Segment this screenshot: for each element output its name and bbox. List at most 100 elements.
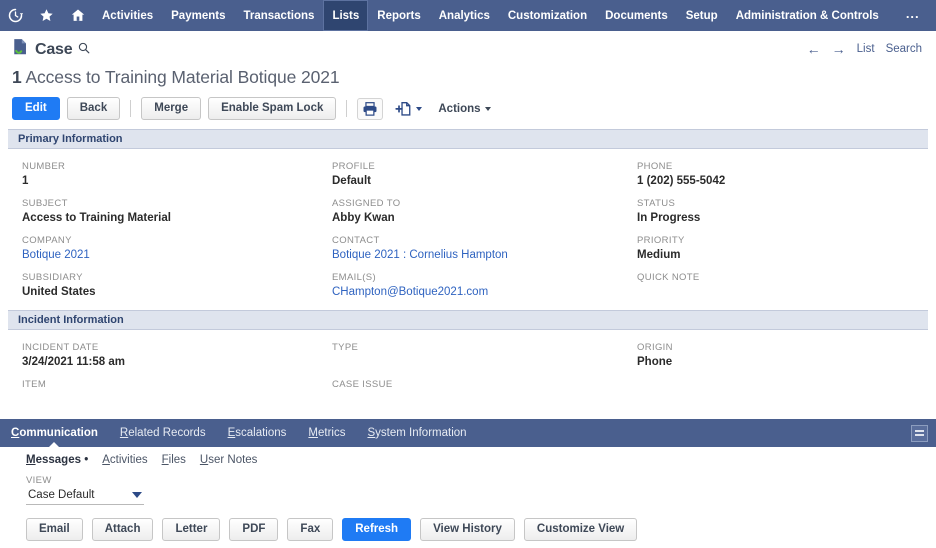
tab-label: iles — [169, 454, 186, 466]
actions-menu-button[interactable]: Actions — [438, 103, 490, 115]
attach-button[interactable]: Attach — [92, 518, 154, 541]
view-history-button[interactable]: View History — [420, 518, 515, 541]
home-icon[interactable] — [62, 0, 93, 31]
nav-item-payments[interactable]: Payments — [162, 0, 234, 31]
field-label: CONTACT — [332, 235, 617, 247]
field-profile: PROFILE Default — [318, 158, 623, 193]
back-button[interactable]: Back — [67, 97, 121, 120]
actions-label: Actions — [438, 103, 480, 115]
tab-accel: M — [26, 454, 36, 466]
fax-button[interactable]: Fax — [287, 518, 333, 541]
list-link[interactable]: List — [857, 43, 875, 55]
tab-metrics[interactable]: Metrics — [297, 419, 356, 447]
nav-item-activities[interactable]: Activities — [93, 0, 162, 31]
inner-tab-messages[interactable]: Messages • — [26, 454, 88, 466]
recent-records-icon[interactable] — [0, 0, 31, 31]
page-title: 1 Access to Training Material Botique 20… — [12, 67, 924, 88]
field-label: EMAIL(S) — [332, 272, 617, 284]
field-label: PHONE — [637, 161, 922, 173]
field-label: COMPANY — [22, 235, 312, 247]
inner-tab-activities[interactable]: Activities — [102, 454, 147, 466]
field-quick-note: QUICK NOTE — [623, 269, 928, 304]
tab-label: ommunication — [19, 427, 98, 439]
active-tab-marker: • — [84, 454, 88, 466]
nav-label: Administration & Controls — [736, 10, 879, 22]
tab-escalations[interactable]: Escalations — [217, 419, 298, 447]
edit-button[interactable]: Edit — [12, 97, 60, 120]
nav-label: Transactions — [243, 10, 314, 22]
refresh-button[interactable]: Refresh — [342, 518, 411, 541]
record-type-title: Case — [35, 41, 72, 59]
nav-item-transactions[interactable]: Transactions — [234, 0, 323, 31]
tab-accel: R — [120, 427, 128, 439]
field-value: Abby Kwan — [332, 211, 617, 226]
field-priority: PRIORITY Medium — [623, 232, 928, 267]
tab-label: etrics — [318, 427, 345, 439]
field-label: CASE ISSUE — [332, 379, 617, 391]
company-link[interactable]: Botique 2021 — [22, 248, 312, 263]
field-phone: PHONE 1 (202) 555-5042 — [623, 158, 928, 193]
search-icon[interactable] — [78, 41, 90, 59]
field-type: TYPE — [318, 339, 623, 374]
email-button[interactable]: Email — [26, 518, 83, 541]
merge-button[interactable]: Merge — [141, 97, 201, 120]
field-label: ITEM — [22, 379, 312, 391]
view-select[interactable]: Case Default — [26, 489, 144, 505]
record-toolbar: Edit Back Merge Enable Spam Lock Actions — [0, 88, 936, 129]
view-label: VIEW — [26, 475, 928, 486]
print-icon[interactable] — [357, 98, 383, 120]
view-selector-block: VIEW Case Default — [8, 472, 928, 505]
customize-view-button[interactable]: Customize View — [524, 518, 637, 541]
nav-item-documents[interactable]: Documents — [596, 0, 677, 31]
primary-information-header: Primary Information — [8, 129, 928, 149]
incident-information-fields: INCIDENT DATE 3/24/2021 11:58 am TYPE OR… — [0, 330, 936, 409]
tab-system-information[interactable]: System Information — [356, 419, 477, 447]
enable-spam-lock-button[interactable]: Enable Spam Lock — [208, 97, 336, 120]
tab-label: ystem Information — [375, 427, 466, 439]
inner-tab-user-notes[interactable]: User Notes — [200, 454, 258, 466]
previous-record-arrow-icon[interactable]: ← — [807, 41, 821, 57]
field-value: Medium — [637, 248, 922, 263]
field-value: United States — [22, 285, 312, 300]
contact-link[interactable]: Botique 2021 : Cornelius Hampton — [332, 248, 617, 263]
email-link[interactable]: CHampton@Botique2021.com — [332, 285, 617, 300]
tab-related-records[interactable]: Related Records — [109, 419, 217, 447]
message-action-buttons: Email Attach Letter PDF Fax Refresh View… — [8, 505, 928, 548]
field-label: STATUS — [637, 198, 922, 210]
nav-overflow-ellipsis-icon[interactable]: ... — [894, 0, 932, 31]
tab-accel: M — [308, 427, 318, 439]
letter-button[interactable]: Letter — [162, 518, 220, 541]
toolbar-divider — [346, 100, 347, 117]
inner-tab-files[interactable]: Files — [162, 454, 186, 466]
field-subject: SUBJECT Access to Training Material — [8, 195, 318, 230]
tab-accel: C — [11, 427, 19, 439]
shortcuts-star-icon[interactable] — [31, 0, 62, 31]
field-label: PRIORITY — [637, 235, 922, 247]
tab-communication[interactable]: Communication — [0, 419, 109, 447]
chevron-down-icon — [485, 107, 491, 111]
collapse-panel-icon[interactable] — [911, 425, 928, 442]
nav-label: Reports — [377, 10, 420, 22]
field-label: QUICK NOTE — [637, 272, 922, 284]
nav-item-setup[interactable]: Setup — [677, 0, 727, 31]
search-link[interactable]: Search — [886, 43, 922, 55]
field-company: COMPANY Botique 2021 — [8, 232, 318, 267]
nav-item-administration-and-controls[interactable]: Administration & Controls — [727, 0, 888, 31]
nav-item-reports[interactable]: Reports — [368, 0, 429, 31]
new-record-icon[interactable] — [390, 98, 427, 120]
field-label: SUBJECT — [22, 198, 312, 210]
field-origin: ORIGIN Phone — [623, 339, 928, 374]
nav-item-customization[interactable]: Customization — [499, 0, 596, 31]
nav-item-lists[interactable]: Lists — [323, 0, 368, 31]
field-item: ITEM — [8, 376, 318, 407]
tab-accel: E — [228, 427, 236, 439]
field-status: STATUS In Progress — [623, 195, 928, 230]
nav-item-analytics[interactable]: Analytics — [430, 0, 499, 31]
pdf-button[interactable]: PDF — [229, 518, 278, 541]
communication-inner-tabs: Messages • Activities Files User Notes — [8, 447, 928, 472]
record-subtab-bar: Communication Related Records Escalation… — [0, 419, 936, 447]
nav-overflow-label: ... — [906, 6, 920, 21]
next-record-arrow-icon[interactable]: → — [832, 41, 846, 57]
nav-label: Payments — [171, 10, 225, 22]
field-label: TYPE — [332, 342, 617, 354]
